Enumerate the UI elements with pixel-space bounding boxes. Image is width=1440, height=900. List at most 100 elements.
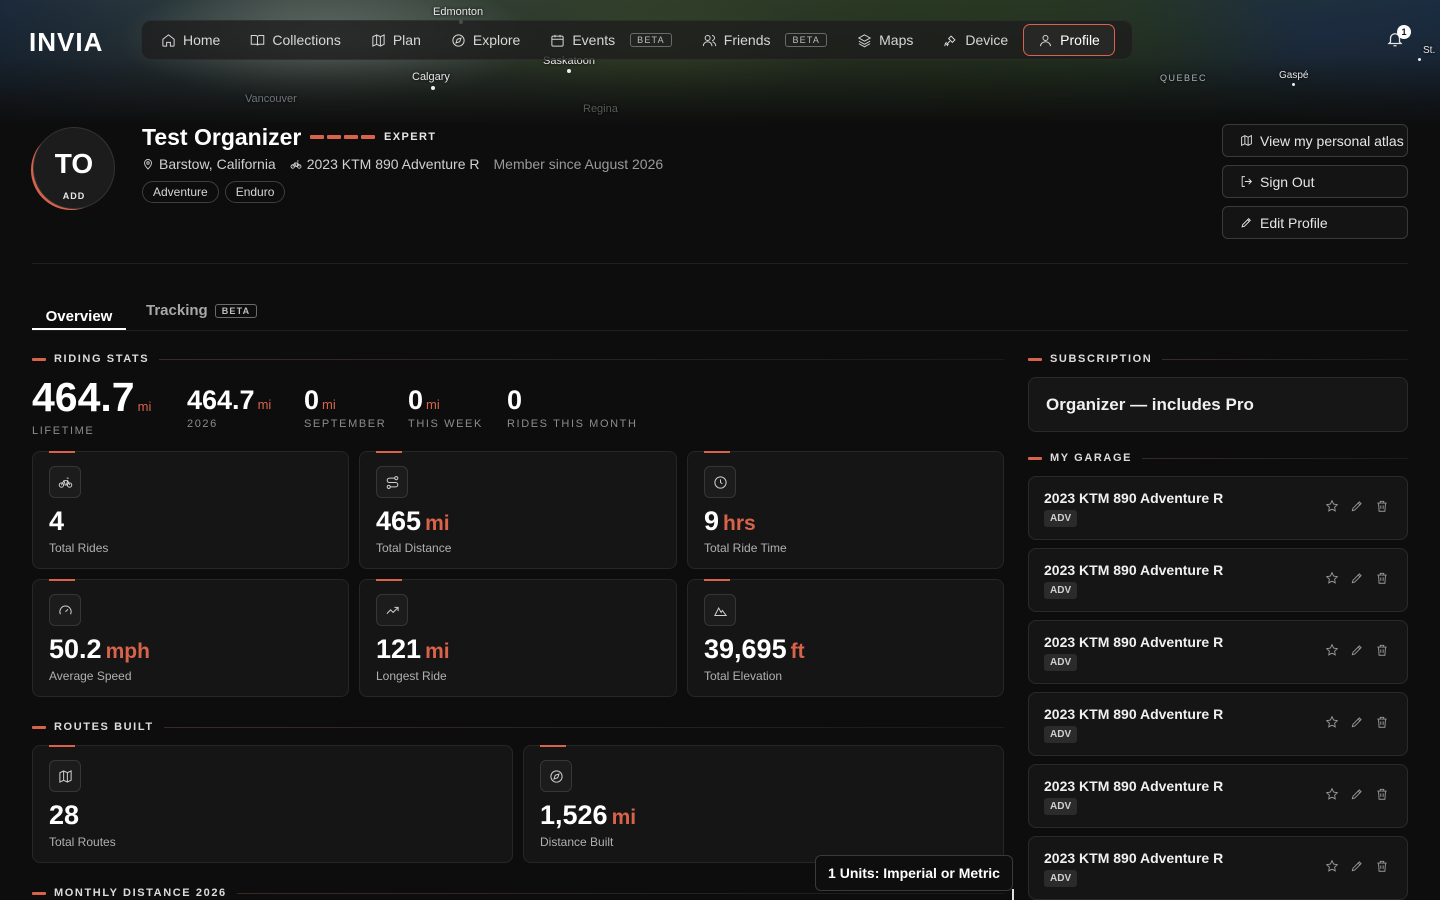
bike-name: 2023 KTM 890 Adventure R (1044, 706, 1224, 722)
profile-meta: Barstow, California 2023 KTM 890 Adventu… (142, 156, 663, 172)
map-icon (372, 33, 385, 47)
edit-bike-button[interactable] (1350, 715, 1364, 729)
star-icon (1325, 715, 1339, 728)
delete-bike-button[interactable] (1375, 787, 1389, 801)
pencil-icon (1351, 573, 1362, 584)
card-accent (49, 745, 75, 747)
level-bar (344, 135, 358, 139)
card-icon-box (540, 760, 572, 792)
section-title: RIDING STATS (54, 353, 150, 365)
card-number: 9 (704, 506, 720, 536)
rider-tag: Enduro (224, 181, 286, 203)
book-icon (251, 34, 265, 46)
nav-profile[interactable]: Profile (1023, 24, 1115, 56)
stat-label: 2026 (187, 418, 218, 430)
map-label: Calgary (412, 71, 450, 83)
avatar-add-label[interactable]: ADD (34, 191, 114, 201)
edit-bike-button[interactable] (1350, 787, 1364, 801)
units-toast[interactable]: 1 Units: Imperial or Metric (815, 855, 1013, 891)
favorite-button[interactable] (1325, 787, 1339, 801)
level-bar (327, 135, 341, 139)
tab-tracking[interactable]: Tracking BETA (146, 302, 258, 319)
tab-label: Overview (45, 307, 113, 325)
button-label: Sign Out (1260, 173, 1315, 190)
garage-item[interactable]: 2023 KTM 890 Adventure R ADV (1028, 620, 1408, 684)
section-title: ROUTES BUILT (54, 721, 154, 733)
stat-rides-month: 0 RIDES THIS MONTH (507, 385, 638, 430)
edit-bike-button[interactable] (1350, 571, 1364, 585)
stat-label: SEPTEMBER (304, 418, 387, 430)
tab-overview[interactable]: Overview (32, 302, 126, 330)
stat-unit: mi (137, 399, 152, 414)
edit-bike-button[interactable] (1350, 859, 1364, 873)
stat-value: 464.7 (187, 385, 255, 415)
card-unit: mi (425, 640, 450, 663)
nav-home[interactable]: Home (146, 24, 235, 56)
nav-label: Collections (272, 32, 341, 48)
edit-profile-button[interactable]: Edit Profile (1222, 206, 1408, 239)
map-city-dot (567, 69, 571, 73)
favorite-button[interactable] (1325, 859, 1339, 873)
pencil-icon (1351, 861, 1362, 872)
avatar[interactable]: TO ADD (33, 127, 115, 209)
view-atlas-button[interactable]: View my personal atlas (1222, 124, 1408, 157)
stat-label: RIDES THIS MONTH (507, 418, 638, 430)
app-logo[interactable]: INVIA (29, 27, 103, 58)
garage-item[interactable]: 2023 KTM 890 Adventure R ADV (1028, 836, 1408, 900)
nav-friends[interactable]: Friends BETA (687, 24, 842, 56)
card-value: 50.2 mph (49, 634, 150, 665)
card-icon-box (49, 466, 81, 498)
pencil-icon (1351, 789, 1362, 800)
stat-card-average-speed: 50.2 mph Average Speed (32, 579, 349, 697)
edit-bike-button[interactable] (1350, 499, 1364, 513)
card-value: 9 hrs (704, 506, 756, 537)
card-number: 28 (49, 800, 80, 830)
nav-explore[interactable]: Explore (436, 24, 535, 56)
delete-bike-button[interactable] (1375, 499, 1389, 513)
favorite-button[interactable] (1325, 643, 1339, 657)
delete-bike-button[interactable] (1375, 859, 1389, 873)
bike-type-badge: ADV (1044, 510, 1078, 527)
edit-bike-button[interactable] (1350, 643, 1364, 657)
route-card-total-routes: 28 Total Routes (32, 745, 513, 863)
profile-name: Test Organizer (142, 124, 302, 150)
garage-item[interactable]: 2023 KTM 890 Adventure R ADV (1028, 692, 1408, 756)
garage-item[interactable]: 2023 KTM 890 Adventure R ADV (1028, 548, 1408, 612)
compass-icon (549, 769, 563, 783)
nav-plan[interactable]: Plan (356, 24, 436, 56)
favorite-button[interactable] (1325, 571, 1339, 585)
favorite-button[interactable] (1325, 499, 1339, 513)
section-rule (236, 892, 1004, 894)
map-pin-icon (144, 159, 152, 170)
sign-out-button[interactable]: Sign Out (1222, 165, 1408, 198)
delete-bike-button[interactable] (1375, 571, 1389, 585)
stat-unit: mi (426, 397, 440, 412)
section-rule (159, 358, 1004, 360)
nav-collections[interactable]: Collections (235, 24, 355, 56)
bike-icon (290, 160, 302, 169)
button-label: Edit Profile (1260, 214, 1328, 231)
card-accent (704, 451, 730, 453)
garage-item[interactable]: 2023 KTM 890 Adventure R ADV (1028, 476, 1408, 540)
calendar-icon (551, 34, 564, 47)
section-title: MY GARAGE (1050, 452, 1133, 464)
card-number: 121 (376, 634, 422, 664)
card-value: 39,695 ft (704, 634, 805, 665)
favorite-button[interactable] (1325, 715, 1339, 729)
nav-events[interactable]: Events BETA (535, 24, 686, 56)
delete-bike-button[interactable] (1375, 715, 1389, 729)
nav-maps[interactable]: Maps (842, 24, 928, 56)
stat-value: 464.7 (32, 374, 135, 420)
section-rule (1142, 457, 1408, 459)
delete-bike-button[interactable] (1375, 643, 1389, 657)
section-accent (32, 357, 46, 361)
layers-icon (857, 33, 872, 47)
rider-tag: Adventure (142, 181, 219, 203)
map-label: QUEBEC (1160, 73, 1208, 83)
star-icon (1325, 643, 1339, 656)
subscription-card[interactable]: Organizer — includes Pro (1028, 377, 1408, 432)
member-since: Member since August 2026 (493, 156, 664, 172)
bike-type-badge: ADV (1044, 870, 1078, 887)
nav-device[interactable]: Device (928, 24, 1023, 56)
garage-item[interactable]: 2023 KTM 890 Adventure R ADV (1028, 764, 1408, 828)
